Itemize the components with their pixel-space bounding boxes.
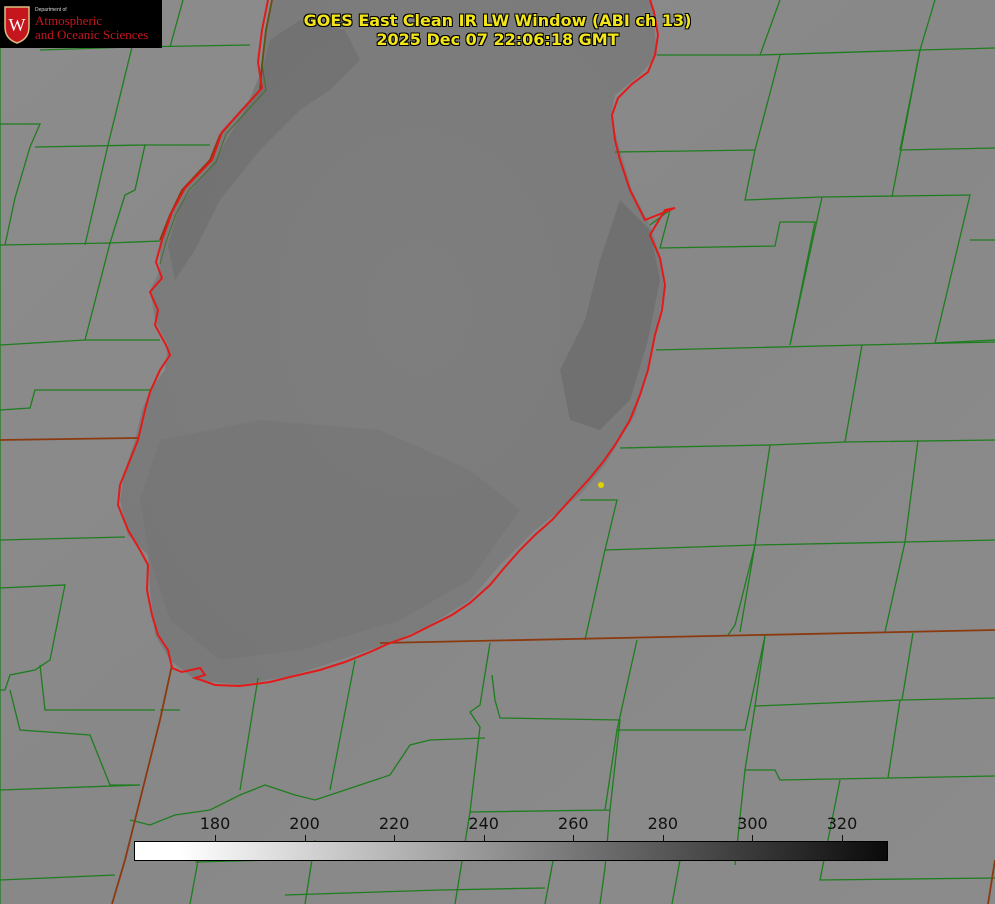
station-marker[interactable] — [598, 482, 604, 488]
colorbar-tick-mark — [842, 835, 843, 841]
colorbar-tick-mark — [662, 835, 664, 841]
colorbar-tick-mark — [215, 835, 216, 841]
colorbar-tick-label: 280 — [647, 814, 679, 833]
satellite-image-viewer: W Department of Atmospheric and Oceanic … — [0, 0, 995, 904]
colorbar-tick-label: 220 — [378, 814, 410, 833]
colorbar-tick-mark — [752, 835, 754, 841]
image-title: GOES East Clean IR LW Window (ABI ch 13) — [303, 11, 692, 30]
colorbar-legend: 180 200 220 240 260 280 300 320 — [134, 813, 888, 861]
image-timestamp: 2025 Dec 07 22:06:18 GMT — [376, 30, 619, 49]
colorbar-tick-label: 180 — [199, 814, 231, 833]
colorbar-tick-mark — [304, 835, 306, 841]
colorbar-tick-mark — [483, 835, 485, 841]
colorbar-tick-label: 300 — [737, 814, 768, 833]
satellite-map[interactable] — [0, 0, 995, 904]
colorbar-tick-label: 260 — [558, 814, 589, 833]
colorbar-tick-label: 320 — [826, 814, 858, 833]
colorbar-tick-label: 200 — [289, 814, 320, 833]
colorbar-tick-mark — [394, 835, 396, 841]
colorbar-gradient — [134, 841, 888, 861]
colorbar-tick-label: 240 — [468, 814, 499, 833]
colorbar-tick-mark — [573, 835, 575, 841]
